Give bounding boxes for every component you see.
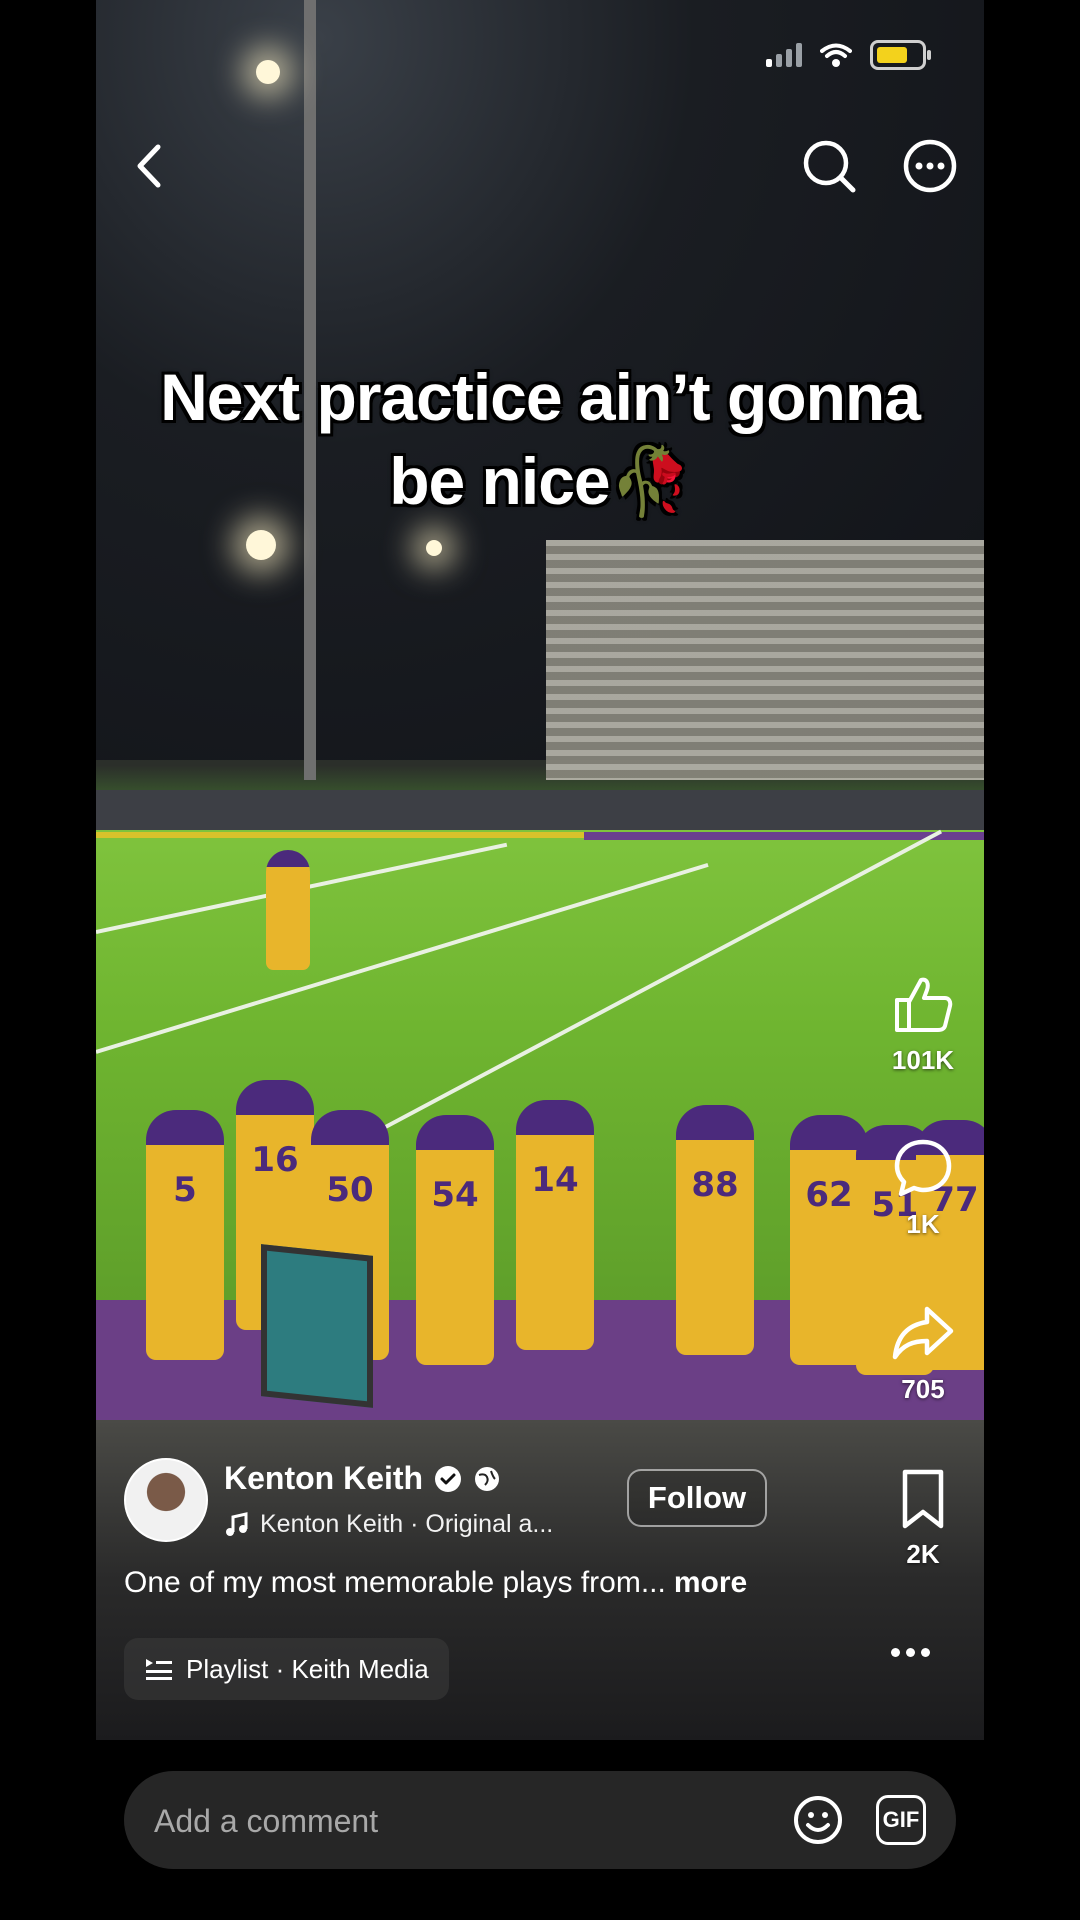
field-line [96,832,629,838]
sideline-tablet [261,1244,373,1408]
gif-button[interactable]: GIF [876,1795,926,1845]
battery-icon [870,40,931,70]
dot [905,1647,915,1657]
stadium-light [426,540,442,556]
playlist-label: Playlist · Keith Media [186,1653,429,1684]
dot [890,1647,900,1657]
thumbs-up-icon [895,977,953,1032]
wifi-icon [820,43,852,67]
share-count: 705 [901,1374,945,1404]
back-button[interactable] [120,136,180,196]
more-options-button[interactable] [900,136,960,196]
share-button[interactable]: 705 [878,1301,968,1405]
comment-input[interactable] [152,1771,716,1871]
save-count: 2K [906,1539,940,1569]
jersey-number: 14 [531,1160,579,1200]
description-text: One of my most memorable plays from... [124,1566,666,1599]
jersey-number: 50 [326,1170,374,1210]
playlist-chip[interactable]: Playlist · Keith Media [124,1638,449,1700]
save-button[interactable]: 2K [878,1466,968,1570]
dot [920,1647,930,1657]
globe-icon [475,1466,500,1491]
comment-bubble-icon [894,1139,952,1197]
status-bar [766,40,931,70]
bleachers [546,540,984,780]
audio-row[interactable]: Kenton Keith · Original a... [224,1510,553,1539]
jersey-number: 88 [691,1165,739,1205]
playlist-icon [146,1659,172,1680]
follow-button[interactable]: Follow [627,1469,767,1527]
share-arrow-icon [892,1306,954,1360]
jersey-number: 16 [251,1140,299,1180]
stadium-light [246,530,276,560]
player: 14 [516,1100,594,1350]
audio-label: Kenton Keith · Original a... [260,1510,554,1538]
player: 88 [676,1105,754,1355]
emoji-icon[interactable] [792,1794,844,1846]
like-count: 101K [891,1045,955,1075]
music-note-icon [226,1511,248,1536]
comment-button[interactable]: 1K [878,1136,968,1240]
author-row[interactable]: Kenton Keith [224,1460,501,1497]
jersey-number: 54 [431,1175,479,1215]
description[interactable]: One of my most memorable plays from... mo… [124,1566,747,1600]
comment-bar: GIF [124,1771,956,1871]
avatar[interactable] [124,1458,208,1542]
caption-line: Next practice ain’t gonna [160,360,921,434]
more-actions-button[interactable] [880,1638,940,1666]
search-button[interactable] [799,136,859,196]
video-caption: Next practice ain’t gonna be nice🥀 [96,355,984,523]
search-icon [803,140,856,193]
player [266,850,310,970]
caption-line: be nice🥀 [389,444,692,518]
author-name[interactable]: Kenton Keith [224,1460,423,1497]
more-link[interactable]: more [674,1566,747,1599]
like-button[interactable]: 101K [878,972,968,1076]
cellular-signal-icon [766,43,802,67]
comment-count: 1K [906,1209,940,1239]
verified-badge-icon [435,1465,462,1492]
bookmark-icon [902,1469,944,1529]
jersey-number: 5 [173,1170,197,1210]
stadium-light [256,60,280,84]
player: 5 [146,1110,224,1360]
player: 54 [416,1115,494,1365]
more-horizontal-icon [903,139,957,193]
chevron-left-icon [137,144,161,188]
